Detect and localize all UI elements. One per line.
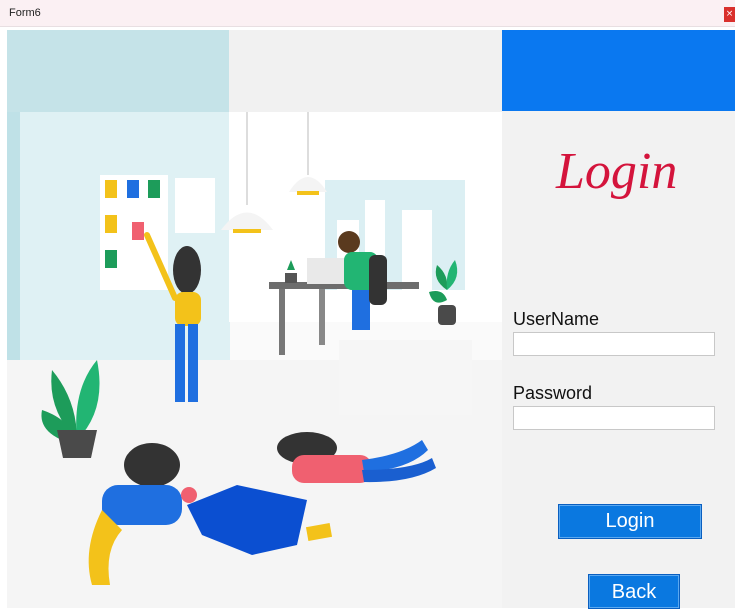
username-input[interactable] — [513, 332, 715, 356]
close-icon: × — [725, 9, 734, 19]
close-button[interactable]: × — [724, 7, 735, 22]
title-bar: Form6 × — [0, 0, 735, 27]
back-button[interactable]: Back — [589, 575, 679, 608]
login-button[interactable]: Login — [559, 505, 701, 538]
login-panel: Login UserName Password Login Back — [502, 30, 735, 608]
password-label: Password — [513, 383, 593, 403]
password-input[interactable] — [513, 406, 715, 430]
login-heading: Login — [556, 143, 678, 200]
username-label: UserName — [513, 309, 600, 329]
window-title: Form6 — [9, 7, 41, 19]
login-window: Form6 × Login UserName Password Login Ba… — [0, 0, 735, 608]
office-illustration — [7, 30, 502, 608]
panel-header — [502, 30, 735, 111]
